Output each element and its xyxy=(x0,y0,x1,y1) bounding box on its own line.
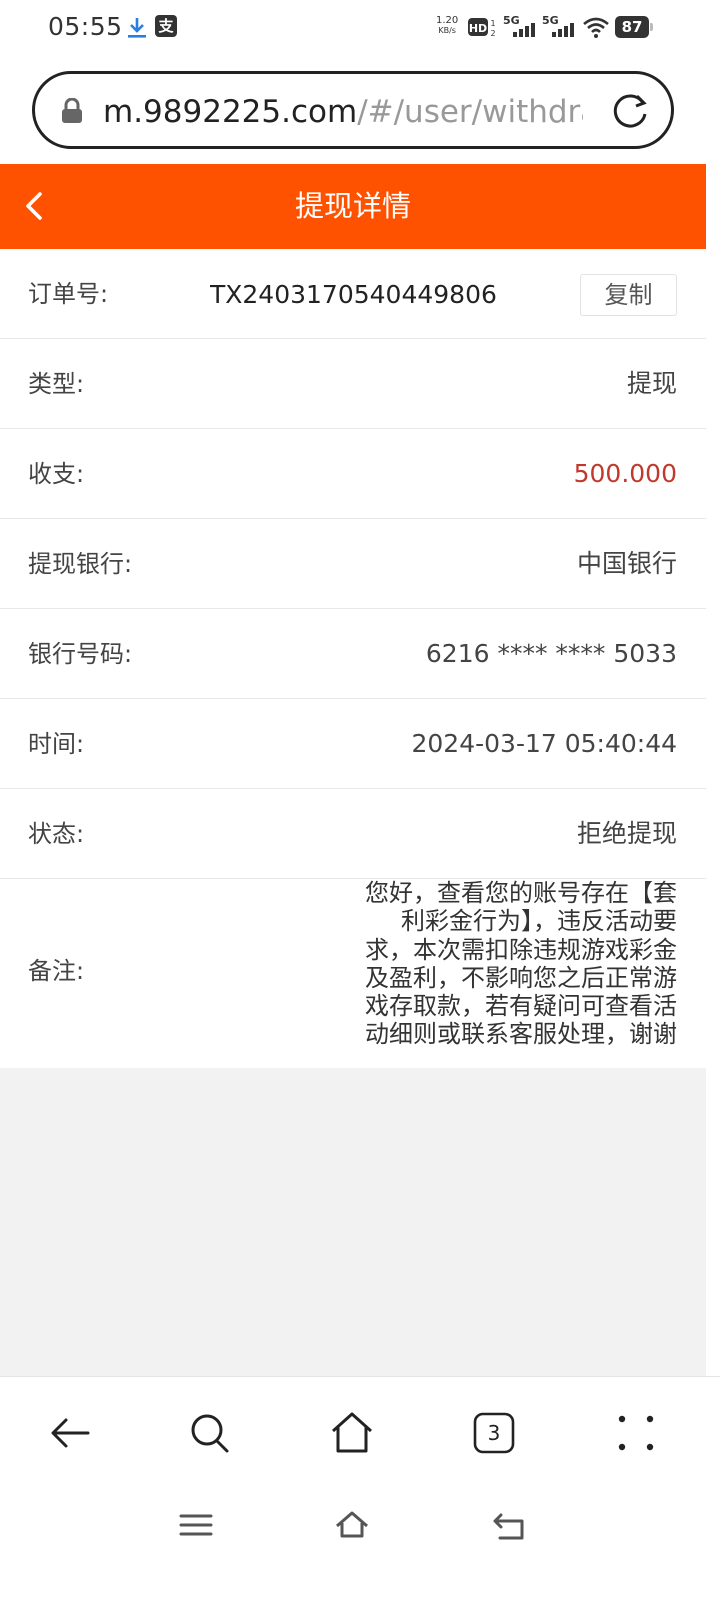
page-header: 提现详情 xyxy=(0,164,706,249)
url-text[interactable]: m.9892225.com/#/user/withdraw xyxy=(103,90,583,134)
withdraw-detail-list: 订单号: TX2403170540449806 复制 类型: 提现 收支: 50… xyxy=(0,249,706,1064)
home-nav-icon[interactable] xyxy=(334,1508,370,1542)
order-row: 订单号: TX2403170540449806 复制 xyxy=(0,249,706,339)
back-nav-icon[interactable] xyxy=(492,1508,528,1542)
back-icon[interactable] xyxy=(48,1411,92,1455)
svg-text:2: 2 xyxy=(490,29,495,37)
download-icon xyxy=(128,18,146,38)
amount-row: 收支: 500.000 xyxy=(0,429,706,519)
url-domain: m.9892225.com xyxy=(103,94,358,130)
status-label: 状态: xyxy=(28,820,85,848)
hd-icon: HD 1 2 xyxy=(468,18,496,37)
status-bar: 05:55 支 1.20 KB/s HD 1 2 5G 5G 87 xyxy=(0,0,720,56)
card-row: 银行号码: 6216 **** **** 5033 xyxy=(0,609,706,699)
network-speed: 1.20 KB/s xyxy=(436,15,459,36)
more-menu-icon[interactable] xyxy=(614,1411,658,1455)
type-label: 类型: xyxy=(28,370,85,398)
browser-toolbar: 3 xyxy=(0,1376,720,1486)
status-value: 拒绝提现 xyxy=(576,819,677,848)
search-icon[interactable] xyxy=(188,1411,232,1455)
page-title: 提现详情 xyxy=(294,189,411,223)
card-number: 6216 **** **** 5033 xyxy=(425,639,677,668)
tabs-count: 3 xyxy=(487,1421,501,1445)
svg-text:5G: 5G xyxy=(503,14,520,27)
note-label: 备注: xyxy=(28,957,85,985)
bank-row: 提现银行: 中国银行 xyxy=(0,519,706,609)
bank-value: 中国银行 xyxy=(576,549,677,578)
recent-apps-icon[interactable] xyxy=(178,1508,214,1542)
refresh-icon[interactable] xyxy=(609,90,651,132)
signal-5g-icon: 5G xyxy=(503,14,535,37)
type-row: 类型: 提现 xyxy=(0,339,706,429)
battery-icon: 87 xyxy=(615,16,653,38)
lock-icon xyxy=(62,98,82,123)
time-value: 2024-03-17 05:40:44 xyxy=(411,729,677,758)
status-time: 05:55 xyxy=(48,12,123,41)
system-nav-bar xyxy=(0,1486,720,1600)
note-text: 您好，查看您的账号存在【套利彩金行为】，违反活动要求，本次需扣除违规游戏彩金及盈… xyxy=(365,879,677,1049)
back-arrow-icon[interactable] xyxy=(20,188,46,224)
home-icon[interactable] xyxy=(330,1411,374,1455)
copy-button[interactable]: 复制 xyxy=(580,274,677,316)
svg-text:5G: 5G xyxy=(542,14,559,27)
card-label: 银行号码: xyxy=(28,640,133,668)
amount-value: 500.000 xyxy=(573,459,677,488)
order-number: TX2403170540449806 xyxy=(210,280,497,309)
order-label: 订单号: xyxy=(28,280,109,308)
time-label: 时间: xyxy=(28,730,85,758)
alipay-icon: 支 xyxy=(155,15,177,37)
address-bar[interactable]: m.9892225.com/#/user/withdraw xyxy=(32,71,674,149)
amount-label: 收支: xyxy=(28,460,85,488)
wifi-icon xyxy=(583,17,609,38)
tabs-button[interactable]: 3 xyxy=(472,1411,516,1455)
status-row: 状态: 拒绝提现 xyxy=(0,789,706,879)
empty-area xyxy=(0,1068,706,1376)
url-path: /#/user/withdraw xyxy=(357,94,583,130)
time-row: 时间: 2024-03-17 05:40:44 xyxy=(0,699,706,789)
type-value: 提现 xyxy=(626,369,677,398)
svg-text:HD: HD xyxy=(469,22,487,35)
signal-5g-icon: 5G xyxy=(542,14,574,37)
note-row: 备注: 您好，查看您的账号存在【套利彩金行为】，违反活动要求，本次需扣除违规游戏… xyxy=(0,879,706,1064)
bank-label: 提现银行: xyxy=(28,550,133,578)
svg-text:1: 1 xyxy=(490,19,495,28)
